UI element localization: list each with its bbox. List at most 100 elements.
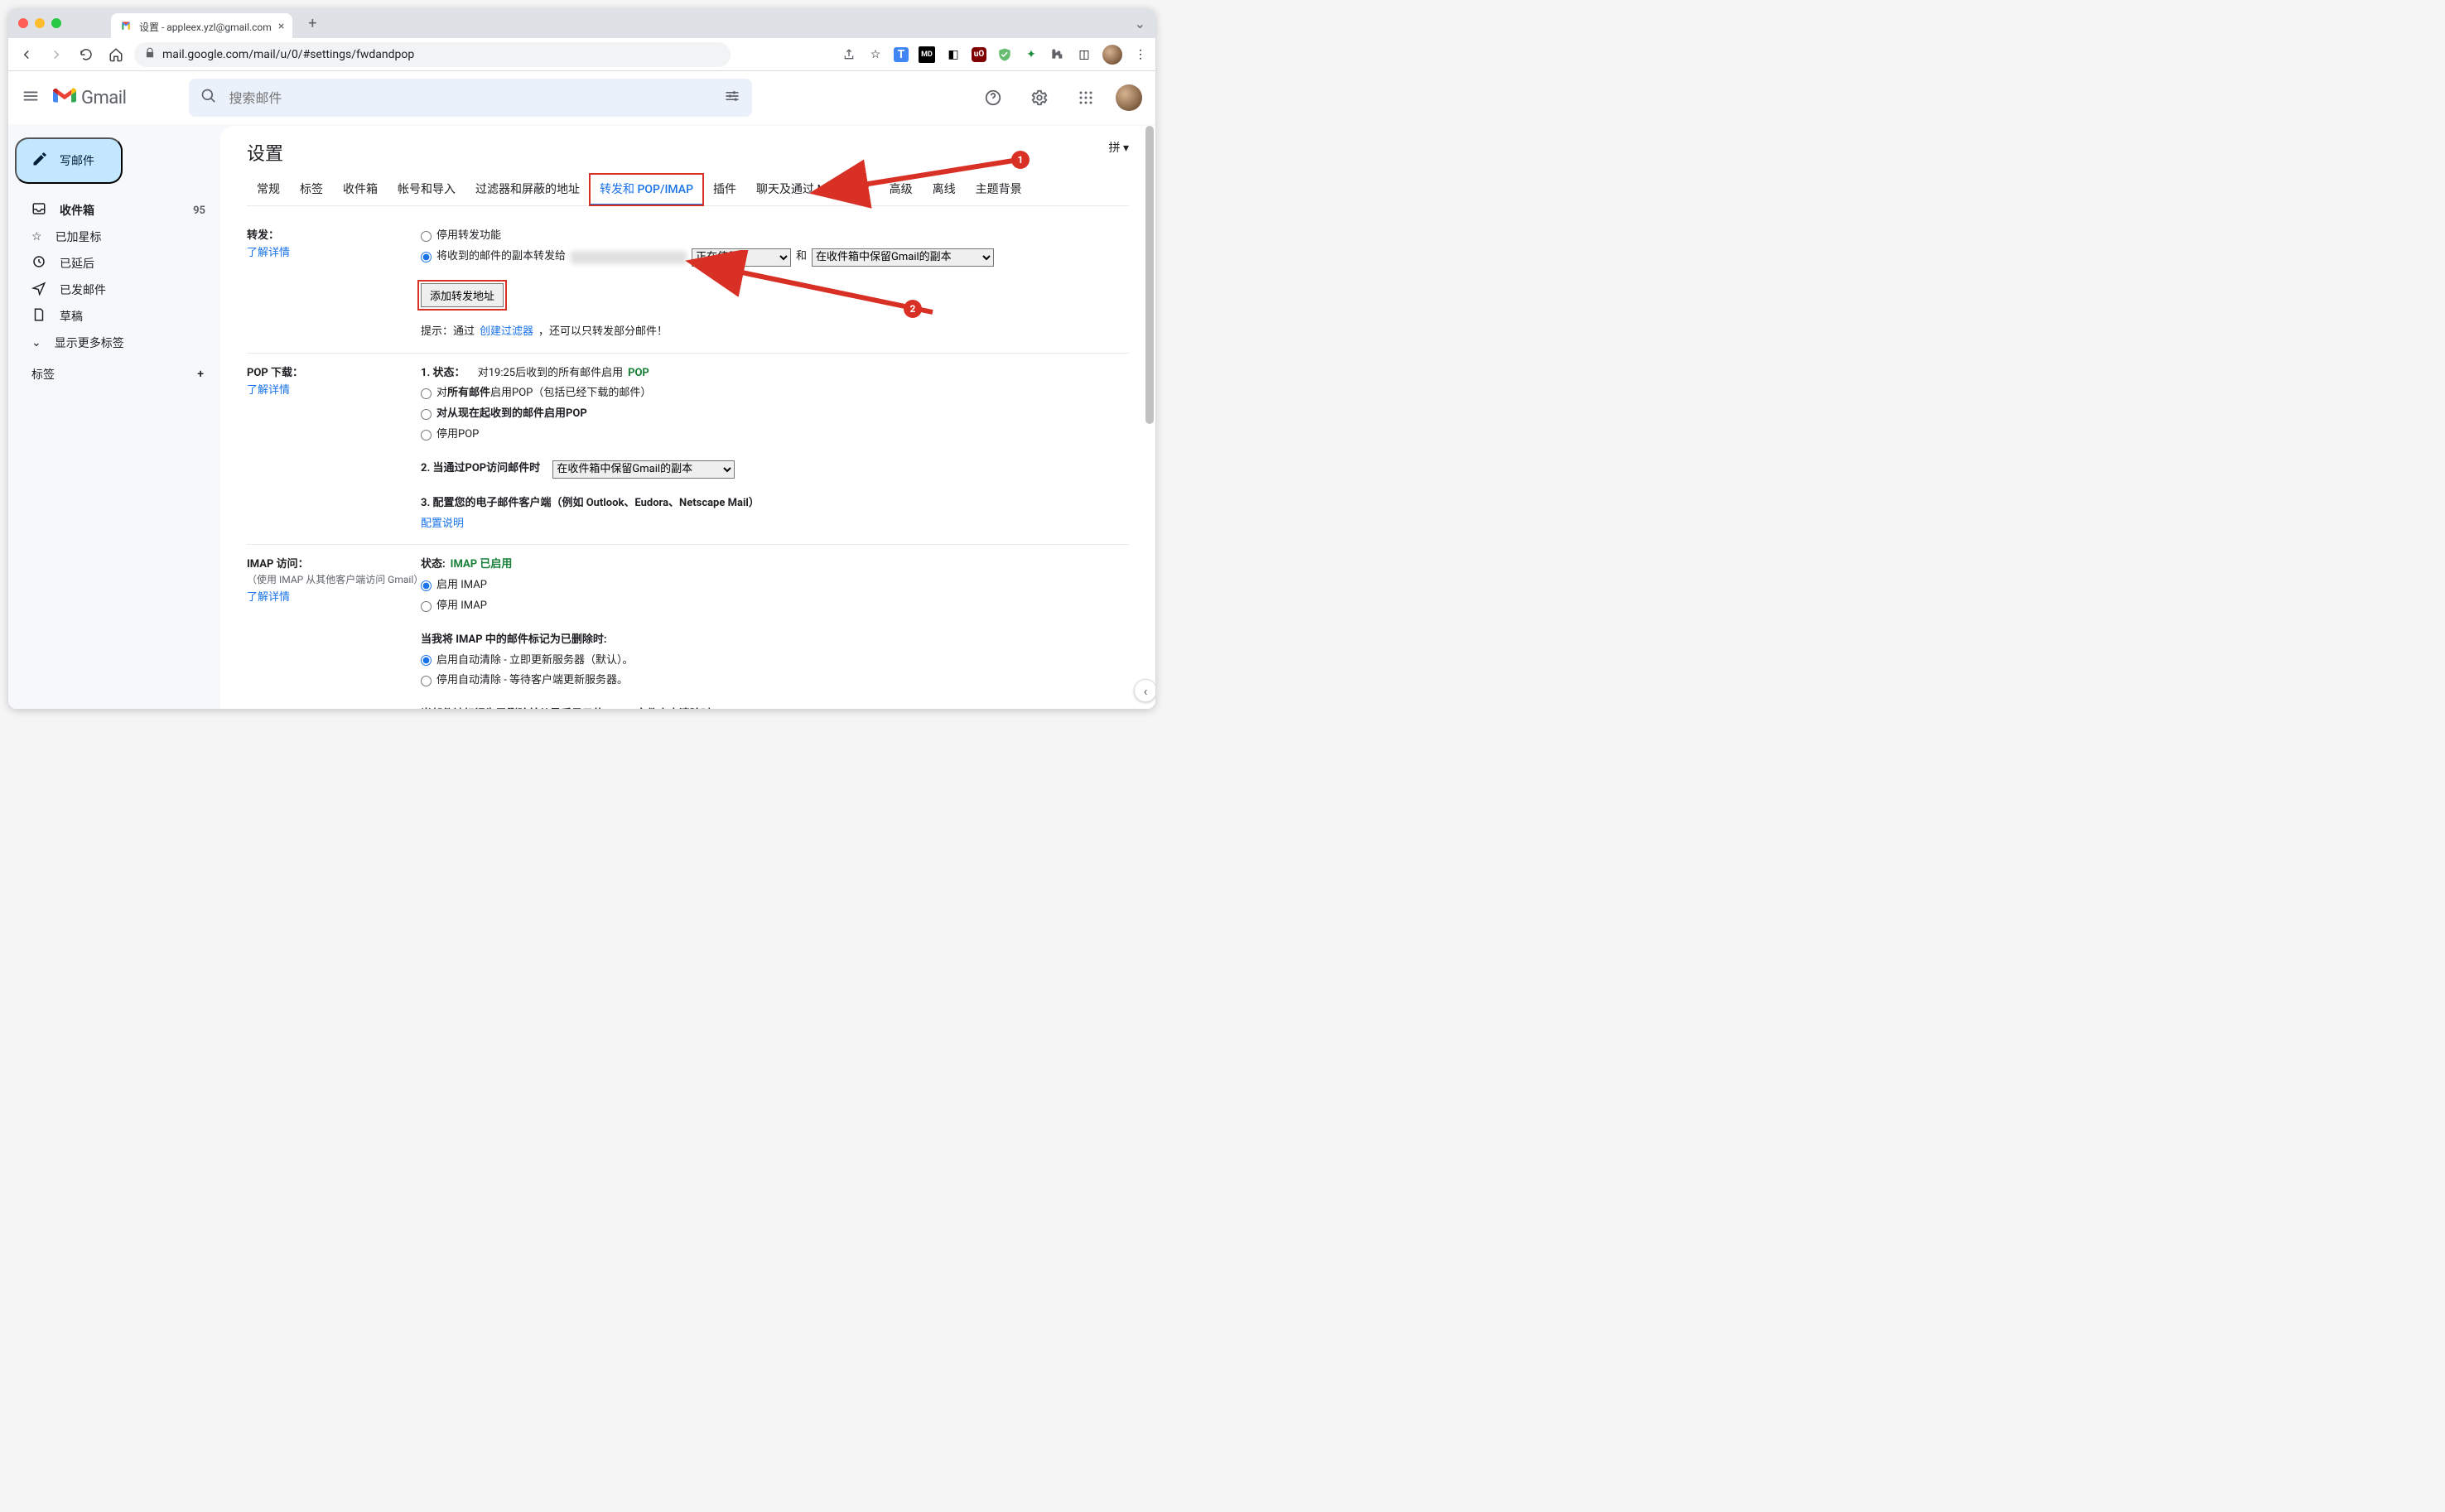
- sidebar-item-snoozed[interactable]: 已延后: [15, 250, 220, 277]
- bookmark-star-icon[interactable]: ☆: [867, 46, 884, 63]
- sidebar-item-starred[interactable]: ☆ 已加星标: [15, 224, 220, 250]
- settings-tab[interactable]: 聊天及通过 Meet 开会: [746, 174, 880, 205]
- pop-opt-disable[interactable]: 停用POP: [421, 425, 1129, 445]
- radio-fwd-disable[interactable]: [421, 231, 432, 242]
- imap-enable-option[interactable]: 启用 IMAP: [421, 575, 1129, 596]
- forwarding-action-select[interactable]: 在收件箱中保留Gmail的副本: [812, 248, 994, 267]
- sidebar-item-label: 已加星标: [55, 229, 210, 245]
- header-actions: [977, 81, 1142, 114]
- settings-tab[interactable]: 高级: [880, 174, 923, 205]
- fwd-disable-option[interactable]: 停用转发功能: [421, 226, 1129, 247]
- extensions-puzzle-icon[interactable]: ✦: [1023, 46, 1039, 63]
- window-titlebar: 设置 - appleex.yzl@gmail.com × + ⌄: [8, 8, 1155, 38]
- star-icon: ☆: [31, 230, 42, 243]
- nav-forward-button[interactable]: [45, 43, 68, 66]
- window-maximize-icon[interactable]: [51, 18, 61, 28]
- settings-tab[interactable]: 离线: [923, 174, 966, 205]
- extension-3-icon[interactable]: ◧: [945, 46, 962, 63]
- apps-grid-icon[interactable]: [1069, 81, 1102, 114]
- settings-tab[interactable]: 转发和 POP/IMAP: [590, 174, 703, 205]
- search-icon[interactable]: [200, 88, 217, 108]
- sidebar-nav: 收件箱 95 ☆ 已加星标 已延后 已发邮件 草稿: [15, 197, 220, 356]
- section-title: POP 下载：: [247, 364, 421, 379]
- forwarding-address-select[interactable]: 正在使用）: [692, 248, 791, 267]
- settings-tab[interactable]: 插件: [703, 174, 746, 205]
- window-close-icon[interactable]: [18, 18, 28, 28]
- settings-gear-icon[interactable]: [1023, 81, 1056, 114]
- settings-tab[interactable]: 主题背景: [966, 174, 1032, 205]
- pop-action-select[interactable]: 在收件箱中保留Gmail的副本: [552, 460, 735, 479]
- nav-back-button[interactable]: [15, 43, 38, 66]
- pop-opt-now[interactable]: 对从现在起收到的邮件启用POP: [421, 404, 1129, 425]
- main-menu-icon[interactable]: [22, 87, 40, 108]
- imap-autoexpunge-on[interactable]: 启用自动清除 - 立即更新服务器（默认）。: [421, 651, 1129, 672]
- gmail-logo[interactable]: Gmail: [53, 87, 126, 108]
- extension-adguard-icon[interactable]: [996, 46, 1013, 63]
- add-label-icon[interactable]: +: [197, 368, 204, 381]
- search-mail[interactable]: [189, 79, 752, 117]
- radio-expunge-off[interactable]: [421, 676, 432, 686]
- radio-fwd-enable[interactable]: [421, 252, 432, 262]
- pop-opt-all[interactable]: 对所有邮件启用POP（包括已经下载的邮件）: [421, 383, 1129, 404]
- new-tab-button[interactable]: +: [301, 12, 324, 35]
- imap-disable-option[interactable]: 停用 IMAP: [421, 596, 1129, 617]
- sidebar-item-sent[interactable]: 已发邮件: [15, 277, 220, 303]
- radio-imap-enable[interactable]: [421, 580, 432, 591]
- extensions-menu-icon[interactable]: [1049, 46, 1066, 63]
- nav-home-button[interactable]: [104, 43, 128, 66]
- clock-icon: [31, 254, 46, 272]
- imap-autoexpunge-off[interactable]: 停用自动清除 - 等待客户端更新服务器。: [421, 671, 1129, 691]
- extension-ublock-icon[interactable]: uO: [972, 47, 986, 62]
- address-bar[interactable]: mail.google.com/mail/u/0/#settings/fwdan…: [134, 42, 731, 67]
- create-filter-link[interactable]: 创建过滤器: [480, 324, 533, 341]
- sidebar-item-drafts[interactable]: 草稿: [15, 303, 220, 330]
- chevron-down-icon: ⌄: [31, 336, 41, 349]
- compose-label: 写邮件: [60, 152, 94, 169]
- settings-tab[interactable]: 帐号和导入: [388, 174, 465, 205]
- tabs-dropdown-icon[interactable]: ⌄: [1135, 16, 1145, 31]
- settings-tab[interactable]: 收件箱: [333, 174, 388, 205]
- nav-reload-button[interactable]: [75, 43, 98, 66]
- profile-avatar[interactable]: [1102, 45, 1122, 65]
- labels-header: 标签 +: [15, 356, 220, 388]
- extension-1-icon[interactable]: T: [894, 47, 909, 62]
- radio-pop-all[interactable]: [421, 388, 432, 399]
- radio-pop-disable[interactable]: [421, 430, 432, 441]
- browser-menu-icon[interactable]: ⋮: [1132, 46, 1149, 63]
- extension-2-icon[interactable]: MD: [919, 46, 935, 63]
- settings-main: 设置 拼 ▾ 常规标签收件箱帐号和导入过滤器和屏蔽的地址转发和 POP/IMAP…: [220, 126, 1155, 709]
- compose-button[interactable]: 写邮件: [15, 137, 123, 184]
- input-method-selector[interactable]: 拼 ▾: [1108, 139, 1129, 156]
- sidebar-item-label: 收件箱: [60, 202, 180, 219]
- scrollbar-thumb[interactable]: [1145, 126, 1154, 424]
- fwd-enable-option[interactable]: 将收到的邮件的副本转发给 正在使用） 和 在收件箱中保留Gmail的副本: [421, 247, 1129, 268]
- pencil-icon: [31, 151, 48, 171]
- browser-tab[interactable]: 设置 - appleex.yzl@gmail.com ×: [111, 13, 292, 40]
- search-tune-icon[interactable]: [724, 88, 740, 108]
- share-icon[interactable]: [841, 46, 857, 63]
- site-lock-icon[interactable]: [144, 47, 156, 62]
- gmail-logo-icon: [53, 87, 76, 108]
- window-minimize-icon[interactable]: [35, 18, 45, 28]
- radio-expunge-on[interactable]: [421, 655, 432, 666]
- settings-tab[interactable]: 标签: [290, 174, 333, 205]
- side-panel-icon[interactable]: ◫: [1076, 46, 1092, 63]
- support-icon[interactable]: [977, 81, 1010, 114]
- learn-more-link[interactable]: 了解详情: [247, 381, 421, 397]
- settings-tab[interactable]: 过滤器和屏蔽的地址: [465, 174, 590, 205]
- learn-more-link[interactable]: 了解详情: [247, 243, 421, 259]
- gmail-favicon-icon: [119, 19, 133, 35]
- learn-more-link[interactable]: 了解详情: [247, 588, 421, 604]
- pop-config-link[interactable]: 配置说明: [421, 516, 464, 533]
- side-panel-toggle[interactable]: ‹: [1134, 679, 1155, 702]
- sidebar-item-inbox[interactable]: 收件箱 95: [15, 197, 220, 224]
- tab-close-icon[interactable]: ×: [278, 20, 284, 33]
- search-input[interactable]: [229, 90, 712, 106]
- account-avatar[interactable]: [1116, 84, 1142, 111]
- radio-imap-disable[interactable]: [421, 601, 432, 612]
- add-forwarding-address-button[interactable]: 添加转发地址: [421, 283, 504, 307]
- radio-pop-now[interactable]: [421, 409, 432, 420]
- sidebar-item-more[interactable]: ⌄ 显示更多标签: [15, 330, 220, 356]
- settings-tab[interactable]: 常规: [247, 174, 290, 205]
- imap-status: 状态: IMAP 已启用: [421, 555, 1129, 575]
